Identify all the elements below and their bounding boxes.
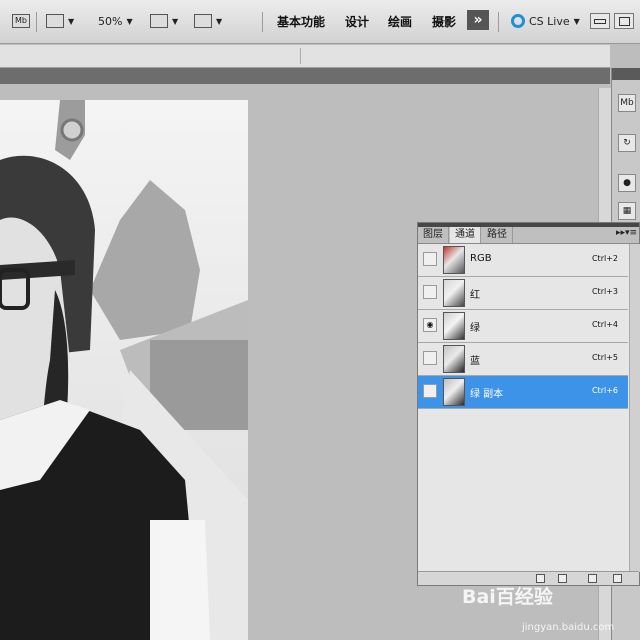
toolbar-divider: [262, 12, 263, 32]
chevron-down-icon: ▼: [68, 16, 75, 26]
toolbar-divider: [498, 12, 499, 32]
minimize-button[interactable]: [590, 13, 610, 29]
new-channel-icon[interactable]: [588, 574, 597, 583]
mini-bridge-button[interactable]: Mb: [12, 10, 30, 32]
save-selection-icon[interactable]: [558, 574, 567, 583]
workspace-painting[interactable]: 绘画: [388, 10, 412, 32]
watermark-logo: Bai百经验: [462, 586, 553, 608]
color-palette-icon[interactable]: ●: [618, 174, 636, 192]
restore-icon: [618, 16, 630, 26]
channel-shortcut: Ctrl+5: [591, 353, 618, 362]
channel-name: RGB: [470, 253, 492, 264]
visibility-toggle[interactable]: [423, 285, 437, 299]
watermark-url: jingyan.baidu.com: [522, 622, 615, 633]
zoom-value: 50%: [98, 14, 123, 28]
document-image[interactable]: [0, 100, 248, 640]
chevron-down-icon: ▼: [126, 16, 133, 26]
visibility-toggle[interactable]: [423, 252, 437, 266]
view-extras-icon: [46, 14, 64, 28]
channels-panel: 图层 通道 路径 ▸▸ ▾≡ RGB Ctrl+2 红 Ctrl+3 ◉ 绿 C…: [417, 222, 640, 586]
arrange-documents-button[interactable]: ▼: [150, 10, 178, 32]
channel-name: 绿: [470, 323, 480, 334]
document-tab-row[interactable]: [0, 68, 610, 84]
channel-name: 蓝: [470, 356, 480, 367]
mini-bridge-icon[interactable]: Mb: [618, 94, 636, 112]
channel-shortcut: Ctrl+2: [591, 254, 618, 263]
panel-tabs: 图层 通道 路径 ▸▸ ▾≡: [418, 227, 639, 244]
channel-name: 绿 副本: [470, 389, 504, 400]
tab-channels[interactable]: 通道: [450, 227, 481, 243]
channel-row-red[interactable]: 红 Ctrl+3: [418, 277, 628, 310]
tab-paths[interactable]: 路径: [482, 227, 513, 243]
view-extras-button[interactable]: ▼: [46, 10, 74, 32]
restore-button[interactable]: [614, 13, 634, 29]
channel-thumbnail: [443, 279, 465, 307]
channel-name: 红: [470, 290, 480, 301]
workspace-photography[interactable]: 摄影: [432, 10, 456, 32]
swatches-icon[interactable]: ▦: [618, 202, 636, 220]
tab-layers[interactable]: 图层: [418, 227, 449, 243]
workspace-essentials[interactable]: 基本功能: [277, 10, 325, 32]
workspace-design[interactable]: 设计: [345, 10, 369, 32]
screen-mode-button[interactable]: ▼: [194, 10, 222, 32]
dock-header[interactable]: [612, 68, 640, 80]
channel-thumbnail: [443, 246, 465, 274]
more-workspaces-button[interactable]: »: [467, 10, 489, 30]
history-icon[interactable]: ↻: [618, 134, 636, 152]
channel-row-blue[interactable]: 蓝 Ctrl+5: [418, 343, 628, 376]
channel-row-green[interactable]: ◉ 绿 Ctrl+4: [418, 310, 628, 343]
channel-row-green-copy[interactable]: 绿 副本 Ctrl+6: [418, 376, 628, 409]
channel-shortcut: Ctrl+3: [591, 287, 618, 296]
mini-bridge-icon: Mb: [12, 14, 30, 28]
panel-collapse-icon[interactable]: ▸▸: [616, 228, 625, 238]
tool-options-bar: [0, 45, 610, 68]
arrange-documents-icon: [150, 14, 168, 28]
eye-icon: ◉: [426, 320, 434, 329]
cs-live-button[interactable]: CS Live ▼: [511, 10, 580, 32]
minimize-icon: [594, 18, 606, 24]
options-bar: Mb ▼ 50% ▼ ▼ ▼ 基本功能 设计 绘画 摄影 » CS Live ▼: [0, 0, 640, 44]
channel-shortcut: Ctrl+6: [591, 386, 618, 395]
chevron-down-icon: ▼: [172, 16, 179, 26]
channel-thumbnail: [443, 312, 465, 340]
options-divider: [300, 48, 301, 64]
toolbar-divider: [36, 12, 37, 32]
chevron-down-icon: ▼: [216, 16, 223, 26]
visibility-toggle[interactable]: [423, 351, 437, 365]
channel-row-rgb[interactable]: RGB Ctrl+2: [418, 244, 628, 277]
channel-thumbnail: [443, 378, 465, 406]
screen-mode-icon: [194, 14, 212, 28]
cs-live-label: CS Live: [529, 14, 570, 28]
zoom-level-dropdown[interactable]: 50% ▼: [98, 10, 133, 32]
panel-scrollbar[interactable]: [629, 244, 640, 572]
panel-menu-icon[interactable]: ▾≡: [625, 228, 637, 238]
trash-icon[interactable]: [613, 574, 622, 583]
channel-shortcut: Ctrl+4: [591, 320, 618, 329]
visibility-toggle[interactable]: ◉: [423, 318, 437, 332]
cs-live-icon: [511, 14, 525, 28]
visibility-toggle[interactable]: [423, 384, 437, 398]
channel-thumbnail: [443, 345, 465, 373]
chevron-down-icon: ▼: [573, 16, 580, 26]
grayscale-photo: [0, 100, 248, 640]
